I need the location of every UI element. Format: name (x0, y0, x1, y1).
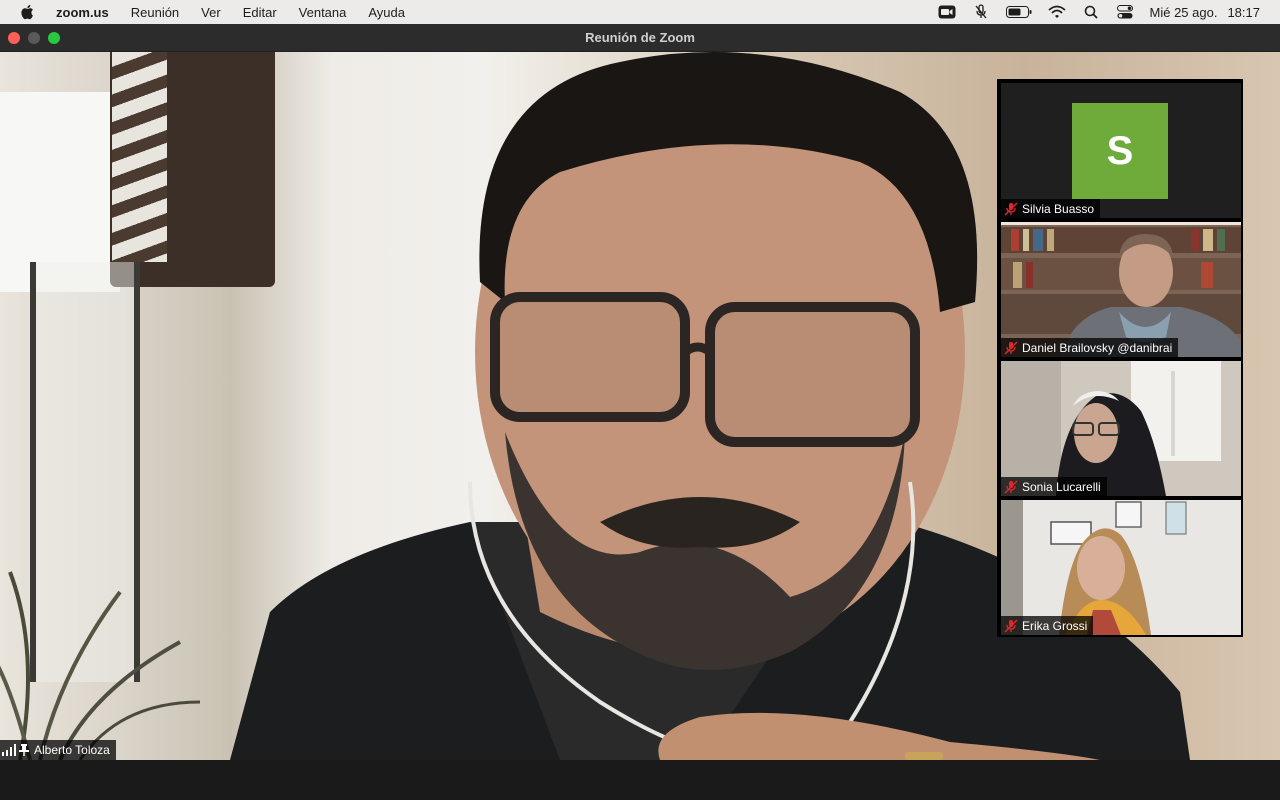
mic-muted-icon (1004, 201, 1018, 216)
participant-tile[interactable]: Erika Grossi (1001, 500, 1241, 635)
zoom-camera-icon[interactable] (938, 4, 956, 20)
participant-name-tag: Erika Grossi (1001, 616, 1094, 635)
menu-app-name[interactable]: zoom.us (56, 5, 109, 20)
mic-muted-icon (1004, 340, 1018, 355)
avatar: S (1072, 103, 1168, 199)
status-area: Mié 25 ago. 18:17 (938, 0, 1280, 24)
main-speaker-name: Alberto Toloza (34, 743, 110, 757)
participant-name: Erika Grossi (1022, 618, 1088, 633)
window-title: Reunión de Zoom (585, 30, 695, 45)
menu-ayuda[interactable]: Ayuda (368, 5, 405, 20)
participant-name-tag: Silvia Buasso (1001, 199, 1101, 218)
participant-gallery: S Silvia Buasso Daniel Brailovsky @danib… (997, 79, 1243, 637)
participant-video (1001, 361, 1241, 496)
mic-off-icon[interactable] (972, 4, 990, 20)
mic-muted-icon (1004, 479, 1018, 494)
participant-name-tag: Sonia Lucarelli (1001, 477, 1107, 496)
window-titlebar[interactable]: Reunión de Zoom (0, 24, 1280, 52)
menu-ventana[interactable]: Ventana (299, 5, 347, 20)
menu-ver[interactable]: Ver (201, 5, 221, 20)
wifi-icon[interactable] (1047, 4, 1066, 20)
participant-name: Silvia Buasso (1022, 201, 1095, 216)
signal-icon (2, 744, 16, 756)
participant-video (1001, 500, 1241, 635)
menu-bar: zoom.us Reunión Ver Editar Ventana Ayuda… (0, 0, 1280, 24)
meeting-controls-bar (0, 760, 1280, 800)
menu-reunion[interactable]: Reunión (131, 5, 179, 20)
participant-name: Daniel Brailovsky @danibrai (1022, 340, 1173, 355)
main-speaker-name-tag: Alberto Toloza (0, 740, 116, 760)
participant-tile[interactable]: Daniel Brailovsky @danibrai (1001, 222, 1241, 357)
participant-tile[interactable]: Sonia Lucarelli (1001, 361, 1241, 496)
mic-muted-icon (1004, 618, 1018, 633)
participant-tile[interactable]: S Silvia Buasso (1001, 83, 1241, 218)
apple-icon[interactable] (20, 4, 36, 20)
battery-icon[interactable] (1005, 4, 1032, 20)
pin-icon (19, 744, 29, 756)
control-center-icon[interactable] (1116, 4, 1134, 20)
participant-video (1001, 222, 1241, 357)
menubar-clock[interactable]: 18:17 (1227, 5, 1260, 20)
menubar-date[interactable]: Mié 25 ago. (1150, 5, 1218, 20)
menu-editar[interactable]: Editar (243, 5, 277, 20)
search-icon[interactable] (1082, 4, 1100, 20)
participant-name-tag: Daniel Brailovsky @danibrai (1001, 338, 1179, 357)
participant-name: Sonia Lucarelli (1022, 479, 1101, 494)
avatar-letter: S (1106, 128, 1134, 173)
